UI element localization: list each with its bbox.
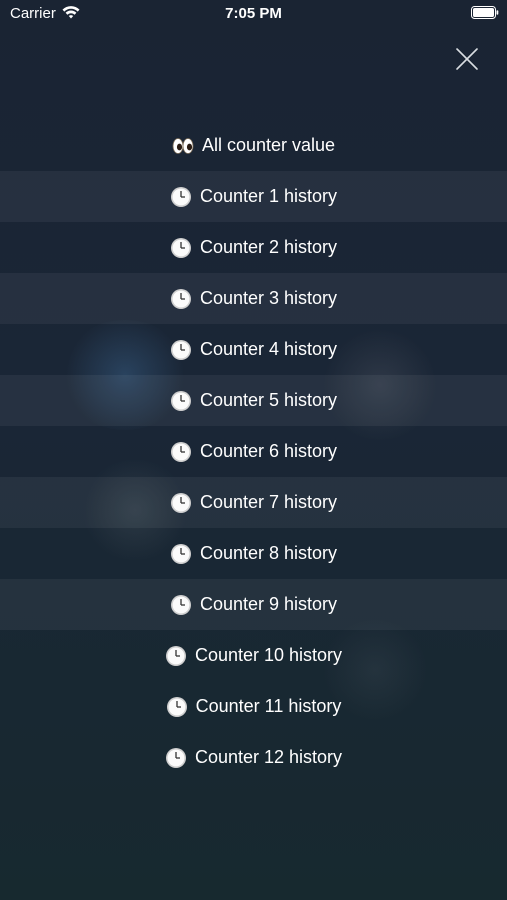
menu-item-label: Counter 4 history bbox=[199, 339, 338, 359]
menu-item-counter-6-history[interactable]: Counter 6 history bbox=[0, 426, 507, 477]
menu-item-label: Counter 1 history bbox=[199, 186, 338, 206]
menu-item-counter-5-history[interactable]: Counter 5 history bbox=[0, 375, 507, 426]
clock-icon bbox=[165, 645, 187, 667]
clock-icon bbox=[170, 237, 192, 259]
clock-icon bbox=[170, 543, 192, 565]
menu-item-label: Counter 9 history bbox=[199, 594, 338, 614]
clock-time: 7:05 PM bbox=[225, 5, 282, 22]
clock-icon bbox=[170, 288, 192, 310]
menu-item-label: All counter value bbox=[201, 135, 336, 155]
menu-item-label: Counter 5 history bbox=[199, 390, 338, 410]
menu-item-counter-8-history[interactable]: Counter 8 history bbox=[0, 528, 507, 579]
clock-icon bbox=[170, 441, 192, 463]
menu-item-label: Counter 8 history bbox=[199, 543, 338, 563]
menu-item-counter-3-history[interactable]: Counter 3 history bbox=[0, 273, 507, 324]
menu-item-counter-2-history[interactable]: Counter 2 history bbox=[0, 222, 507, 273]
menu-item-label: Counter 7 history bbox=[199, 492, 338, 512]
menu-item-label: Counter 10 history bbox=[194, 645, 343, 665]
menu-item-label: Counter 3 history bbox=[199, 288, 338, 308]
menu-item-label: Counter 6 history bbox=[199, 441, 338, 461]
menu-item-counter-10-history[interactable]: Counter 10 history bbox=[0, 630, 507, 681]
menu-item-counter-12-history[interactable]: Counter 12 history bbox=[0, 732, 507, 783]
menu-item-counter-11-history[interactable]: Counter 11 history bbox=[0, 681, 507, 732]
menu-item-counter-1-history[interactable]: Counter 1 history bbox=[0, 171, 507, 222]
status-bar: Carrier 7:05 PM bbox=[0, 0, 507, 28]
menu-list: All counter value Counter 1 history Coun… bbox=[0, 120, 507, 783]
menu-item-all-counter-value[interactable]: All counter value bbox=[0, 120, 507, 171]
battery-icon bbox=[471, 6, 499, 19]
clock-icon bbox=[170, 594, 192, 616]
menu-item-counter-4-history[interactable]: Counter 4 history bbox=[0, 324, 507, 375]
close-button[interactable] bbox=[452, 44, 482, 74]
menu-item-counter-7-history[interactable]: Counter 7 history bbox=[0, 477, 507, 528]
eyes-icon bbox=[172, 137, 194, 155]
clock-icon bbox=[170, 492, 192, 514]
clock-icon bbox=[170, 339, 192, 361]
menu-item-label: Counter 12 history bbox=[194, 747, 343, 767]
menu-item-label: Counter 11 history bbox=[195, 696, 342, 716]
menu-item-label: Counter 2 history bbox=[199, 237, 338, 257]
menu-item-counter-9-history[interactable]: Counter 9 history bbox=[0, 579, 507, 630]
clock-icon bbox=[166, 696, 188, 718]
close-icon bbox=[456, 48, 478, 70]
clock-icon bbox=[170, 390, 192, 412]
clock-icon bbox=[170, 186, 192, 208]
clock-icon bbox=[165, 747, 187, 769]
